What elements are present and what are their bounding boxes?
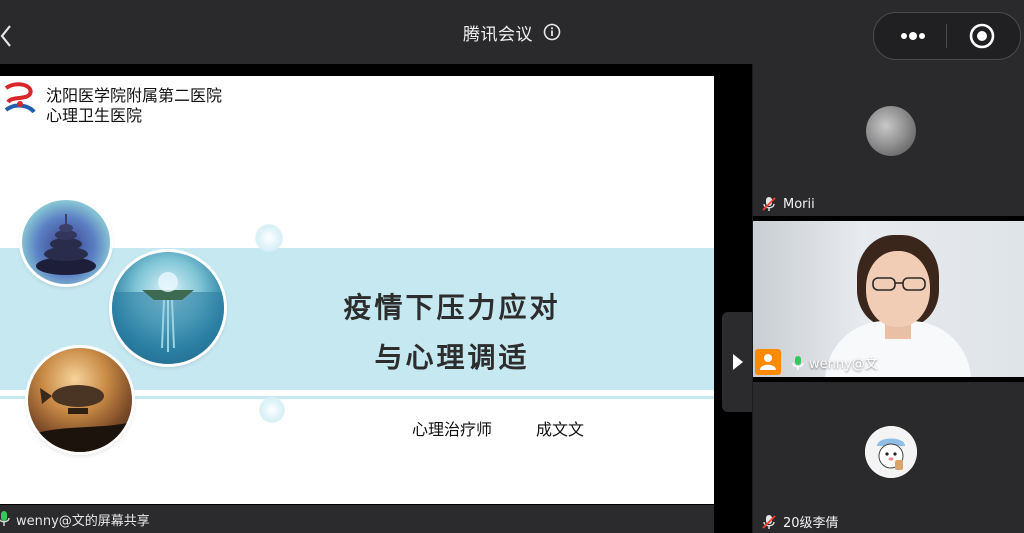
slide-title-line1: 疫情下压力应对 <box>343 291 561 324</box>
participant-tile[interactable]: Morii <box>753 64 1024 216</box>
window-title: 腾讯会议 <box>463 24 533 45</box>
participant-name-row: 20级李倩 <box>761 512 839 531</box>
close-target-icon[interactable] <box>968 22 996 50</box>
presenter-name: 成文文 <box>536 420 585 439</box>
hospital-logo <box>0 80 40 122</box>
info-icon[interactable] <box>543 23 561 41</box>
screen-share-area: 沈阳医学院附属第二医院 心理卫生医院 疫情下压力应对 与心理调适 心理治疗师 成… <box>0 64 752 533</box>
play-arrow-icon <box>733 354 743 370</box>
slide-title-line2: 与心理调适 <box>374 341 530 374</box>
muted-microphone-icon <box>762 197 776 211</box>
avatar <box>866 106 916 156</box>
top-bar: 腾讯会议 <box>0 0 1024 64</box>
user-icon <box>760 354 776 370</box>
screen-share-status-bar: wenny@文的屏幕共享 <box>0 505 714 533</box>
back-arrow-icon[interactable] <box>0 24 16 48</box>
participant-name: 20级李倩 <box>783 516 839 531</box>
microphone-active-icon <box>792 355 804 370</box>
glasses <box>872 277 926 291</box>
stones-image <box>22 200 110 284</box>
participant-name: Morii <box>783 196 815 212</box>
participant-panel: Morii wenny@文 20级李倩 <box>753 64 1024 533</box>
decor-orb <box>255 224 283 252</box>
participant-name-row: wenny@文 <box>791 353 878 372</box>
decor-orb <box>259 397 285 423</box>
collapse-panel-toggle[interactable] <box>722 312 752 412</box>
presenter-role: 心理治疗师 <box>412 420 493 439</box>
more-icon[interactable] <box>886 21 940 51</box>
hospital-subname: 心理卫生医院 <box>46 106 143 125</box>
participant-name: wenny@文 <box>809 357 878 372</box>
screen-share-label: wenny@文的屏幕共享 <box>16 513 150 529</box>
muted-microphone-icon <box>762 514 776 529</box>
camera-badge <box>755 349 781 375</box>
participant-video-tile[interactable]: wenny@文 <box>753 221 1024 377</box>
avatar <box>865 426 917 478</box>
participant-tile[interactable]: 20级李倩 <box>753 382 1024 533</box>
shared-slide[interactable]: 沈阳医学院附属第二医院 心理卫生医院 疫情下压力应对 与心理调适 心理治疗师 成… <box>0 76 714 504</box>
participant-name-row: Morii <box>761 196 815 212</box>
microphone-icon <box>0 511 10 526</box>
mini-program-capsule <box>873 12 1021 60</box>
capsule-divider <box>946 24 947 48</box>
